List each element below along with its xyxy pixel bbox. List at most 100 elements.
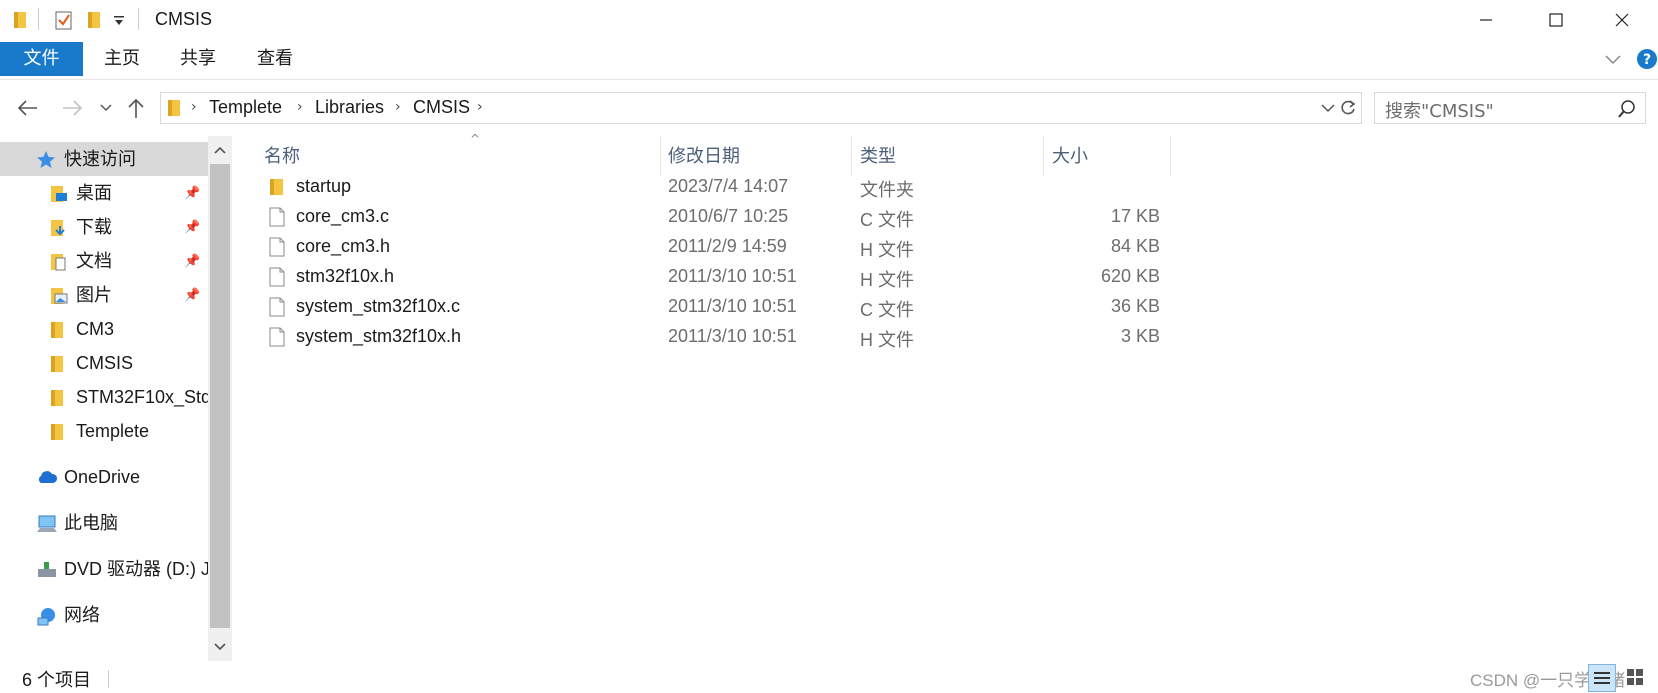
help-icon[interactable]: ?: [1636, 48, 1658, 70]
file-row[interactable]: core_cm3.h 2011/2/9 14:59 H 文件 84 KB: [248, 233, 1228, 265]
file-icon: [269, 237, 285, 257]
file-name: core_cm3.c: [296, 206, 390, 226]
refresh-button[interactable]: [1334, 92, 1362, 124]
tab-home[interactable]: 主页: [84, 42, 160, 76]
nav-item-templete[interactable]: Templete: [0, 414, 208, 448]
file-date: 2011/3/10 10:51: [668, 296, 797, 316]
nav-item-documents[interactable]: 文档 📌: [0, 244, 208, 278]
minimize-icon: [1480, 19, 1492, 21]
new-folder-icon[interactable]: [86, 9, 104, 31]
file-size: 84 KB: [1110, 236, 1160, 256]
tab-share[interactable]: 共享: [160, 42, 236, 76]
item-count: 6 个项目: [22, 670, 92, 690]
folder-icon: [51, 424, 63, 440]
star-icon: [37, 151, 55, 168]
arrow-left-icon: [17, 100, 37, 116]
nav-item-cmsis[interactable]: CMSIS: [0, 346, 208, 380]
network-icon: [37, 608, 55, 626]
folder-icon: [51, 356, 63, 372]
ribbon: 文件 主页 共享 查看 ?: [0, 42, 1658, 80]
file-size: 17 KB: [1110, 206, 1160, 226]
up-button[interactable]: [122, 94, 150, 122]
maximize-icon: [1549, 13, 1563, 27]
nav-item-desktop[interactable]: 桌面 📌: [0, 176, 208, 210]
file-row[interactable]: system_stm32f10x.h 2011/3/10 10:51 H 文件 …: [248, 323, 1228, 355]
file-type: C 文件: [860, 210, 914, 230]
nav-item-quick-access[interactable]: 快速访问: [0, 142, 208, 176]
nav-item-label: CMSIS: [76, 353, 134, 373]
computer-icon: [37, 515, 57, 532]
breadcrumb-cmsis[interactable]: CMSIS: [413, 97, 470, 118]
nav-item-pictures[interactable]: 图片 📌: [0, 278, 208, 312]
details-view-icon: [1594, 672, 1610, 684]
column-divider[interactable]: [1043, 136, 1044, 176]
details-view-button[interactable]: [1588, 664, 1616, 692]
file-row[interactable]: core_cm3.c 2010/6/7 10:25 C 文件 17 KB: [248, 203, 1228, 235]
expand-ribbon-icon[interactable]: [1604, 52, 1622, 66]
close-button[interactable]: [1586, 0, 1658, 40]
column-header-size[interactable]: 大小: [1052, 136, 1088, 176]
column-header-name[interactable]: 名称: [264, 136, 300, 176]
nav-item-label: DVD 驱动器 (D:) J: [64, 559, 208, 579]
title-bar: CMSIS: [0, 0, 1658, 40]
minimize-button[interactable]: [1450, 0, 1522, 40]
folder-icon: [270, 179, 283, 195]
address-dropdown-icon[interactable]: [1321, 103, 1335, 113]
search-box[interactable]: 搜索"CMSIS": [1374, 92, 1646, 124]
folder-pictures-icon: [51, 288, 68, 304]
properties-icon[interactable]: [54, 9, 74, 31]
nav-item-this-pc[interactable]: 此电脑: [0, 506, 208, 540]
maximize-button[interactable]: [1520, 0, 1592, 40]
chevron-right-icon[interactable]: ›: [477, 99, 483, 115]
nav-item-dvd-drive[interactable]: DVD 驱动器 (D:) J: [0, 552, 208, 586]
nav-item-label: Templete: [76, 421, 150, 441]
file-name: core_cm3.h: [296, 236, 391, 256]
folder-desktop-icon: [51, 186, 67, 202]
column-header-type[interactable]: 类型: [860, 136, 896, 176]
file-row[interactable]: startup 2023/7/4 14:07 文件夹: [248, 173, 1228, 205]
nav-item-onedrive[interactable]: OneDrive: [0, 460, 208, 494]
recent-locations-button[interactable]: [92, 94, 120, 122]
breadcrumb-templete[interactable]: Templete: [209, 97, 282, 118]
tab-file[interactable]: 文件: [0, 42, 83, 76]
file-type: H 文件: [860, 330, 914, 350]
file-name: startup: [296, 176, 352, 196]
column-divider[interactable]: [660, 136, 661, 176]
nav-item-label: 文档: [76, 251, 112, 271]
arrow-right-icon: [63, 100, 83, 116]
nav-item-label: STM32F10x_Std: [76, 387, 208, 407]
search-icon[interactable]: [1617, 99, 1637, 119]
column-header-date[interactable]: 修改日期: [668, 136, 740, 176]
file-row[interactable]: stm32f10x.h 2011/3/10 10:51 H 文件 620 KB: [248, 263, 1228, 295]
file-row[interactable]: system_stm32f10x.c 2011/3/10 10:51 C 文件 …: [248, 293, 1228, 325]
file-name: system_stm32f10x.c: [296, 296, 461, 316]
file-name: system_stm32f10x.h: [296, 326, 462, 346]
nav-item-cm3[interactable]: CM3: [0, 312, 208, 346]
scroll-up-button[interactable]: [208, 136, 232, 164]
pin-icon: 📌: [184, 287, 201, 302]
nav-item-label: CM3: [76, 319, 115, 339]
breadcrumb-libraries[interactable]: Libraries: [315, 97, 384, 118]
nav-item-downloads[interactable]: 下载 📌: [0, 210, 208, 244]
navigation-pane: 快速访问 桌面 📌 下载 📌 文档 📌 图片 📌 CM3 CMSIS STM32…: [0, 136, 232, 661]
nav-item-stm32f10x-std[interactable]: STM32F10x_Std: [0, 380, 208, 414]
scroll-down-button[interactable]: [208, 633, 232, 661]
file-date: 2011/3/10 10:51: [668, 326, 797, 346]
file-date: 2023/7/4 14:07: [668, 176, 789, 196]
chevron-right-icon[interactable]: ›: [395, 99, 401, 115]
file-icon: [269, 207, 285, 227]
column-divider[interactable]: [851, 136, 852, 176]
tab-view[interactable]: 查看: [237, 42, 313, 76]
nav-item-network[interactable]: 网络: [0, 598, 208, 632]
chevron-right-icon[interactable]: ›: [191, 99, 197, 115]
large-icons-view-button[interactable]: [1622, 664, 1650, 692]
column-divider[interactable]: [1170, 136, 1171, 176]
customize-dropdown-icon[interactable]: [112, 14, 126, 28]
cloud-icon: [38, 471, 58, 483]
forward-button[interactable]: [58, 94, 86, 122]
back-button[interactable]: [14, 94, 42, 122]
address-bar[interactable]: › Templete › Libraries › CMSIS ›: [160, 92, 1362, 124]
chevron-right-icon[interactable]: ›: [297, 99, 303, 115]
folder-download-icon: [51, 220, 65, 236]
scroll-thumb[interactable]: [210, 164, 230, 628]
